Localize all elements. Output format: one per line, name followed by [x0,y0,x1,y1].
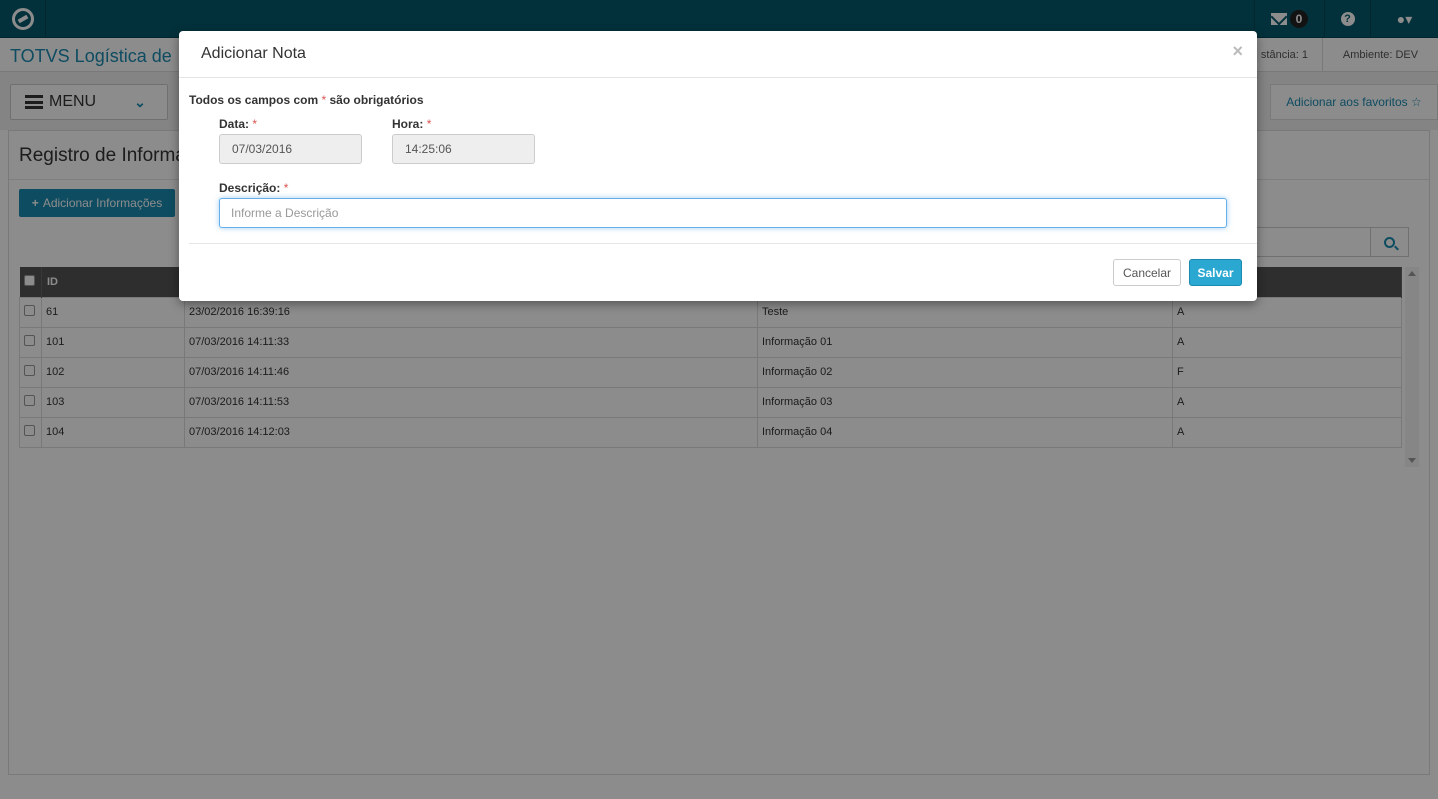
dialog-footer-divider [189,243,1257,244]
hora-label: Hora: * [392,117,431,131]
data-label: Data: * [219,117,257,131]
save-button[interactable]: Salvar [1189,259,1242,286]
required-note-prefix: Todos os campos com [189,93,322,107]
add-note-dialog: Adicionar Nota × Todos os campos com * s… [179,31,1257,301]
hora-required-star: * [426,117,432,131]
data-required-star: * [252,117,258,131]
hora-label-text: Hora: [392,117,424,131]
close-icon[interactable]: × [1232,41,1243,62]
cancel-button[interactable]: Cancelar [1113,259,1181,286]
required-note-suffix: são obrigatórios [326,93,424,107]
data-label-text: Data: [219,117,250,131]
dialog-title: Adicionar Nota [201,45,306,62]
required-fields-note: Todos os campos com * são obrigatórios [189,93,424,107]
date-field[interactable] [219,134,362,164]
dialog-header-divider [179,77,1257,78]
descricao-label-text: Descrição: [219,181,281,195]
description-input[interactable] [219,198,1227,228]
descricao-required-star: * [283,181,289,195]
time-field[interactable] [392,134,535,164]
descricao-label: Descrição: * [219,181,288,195]
